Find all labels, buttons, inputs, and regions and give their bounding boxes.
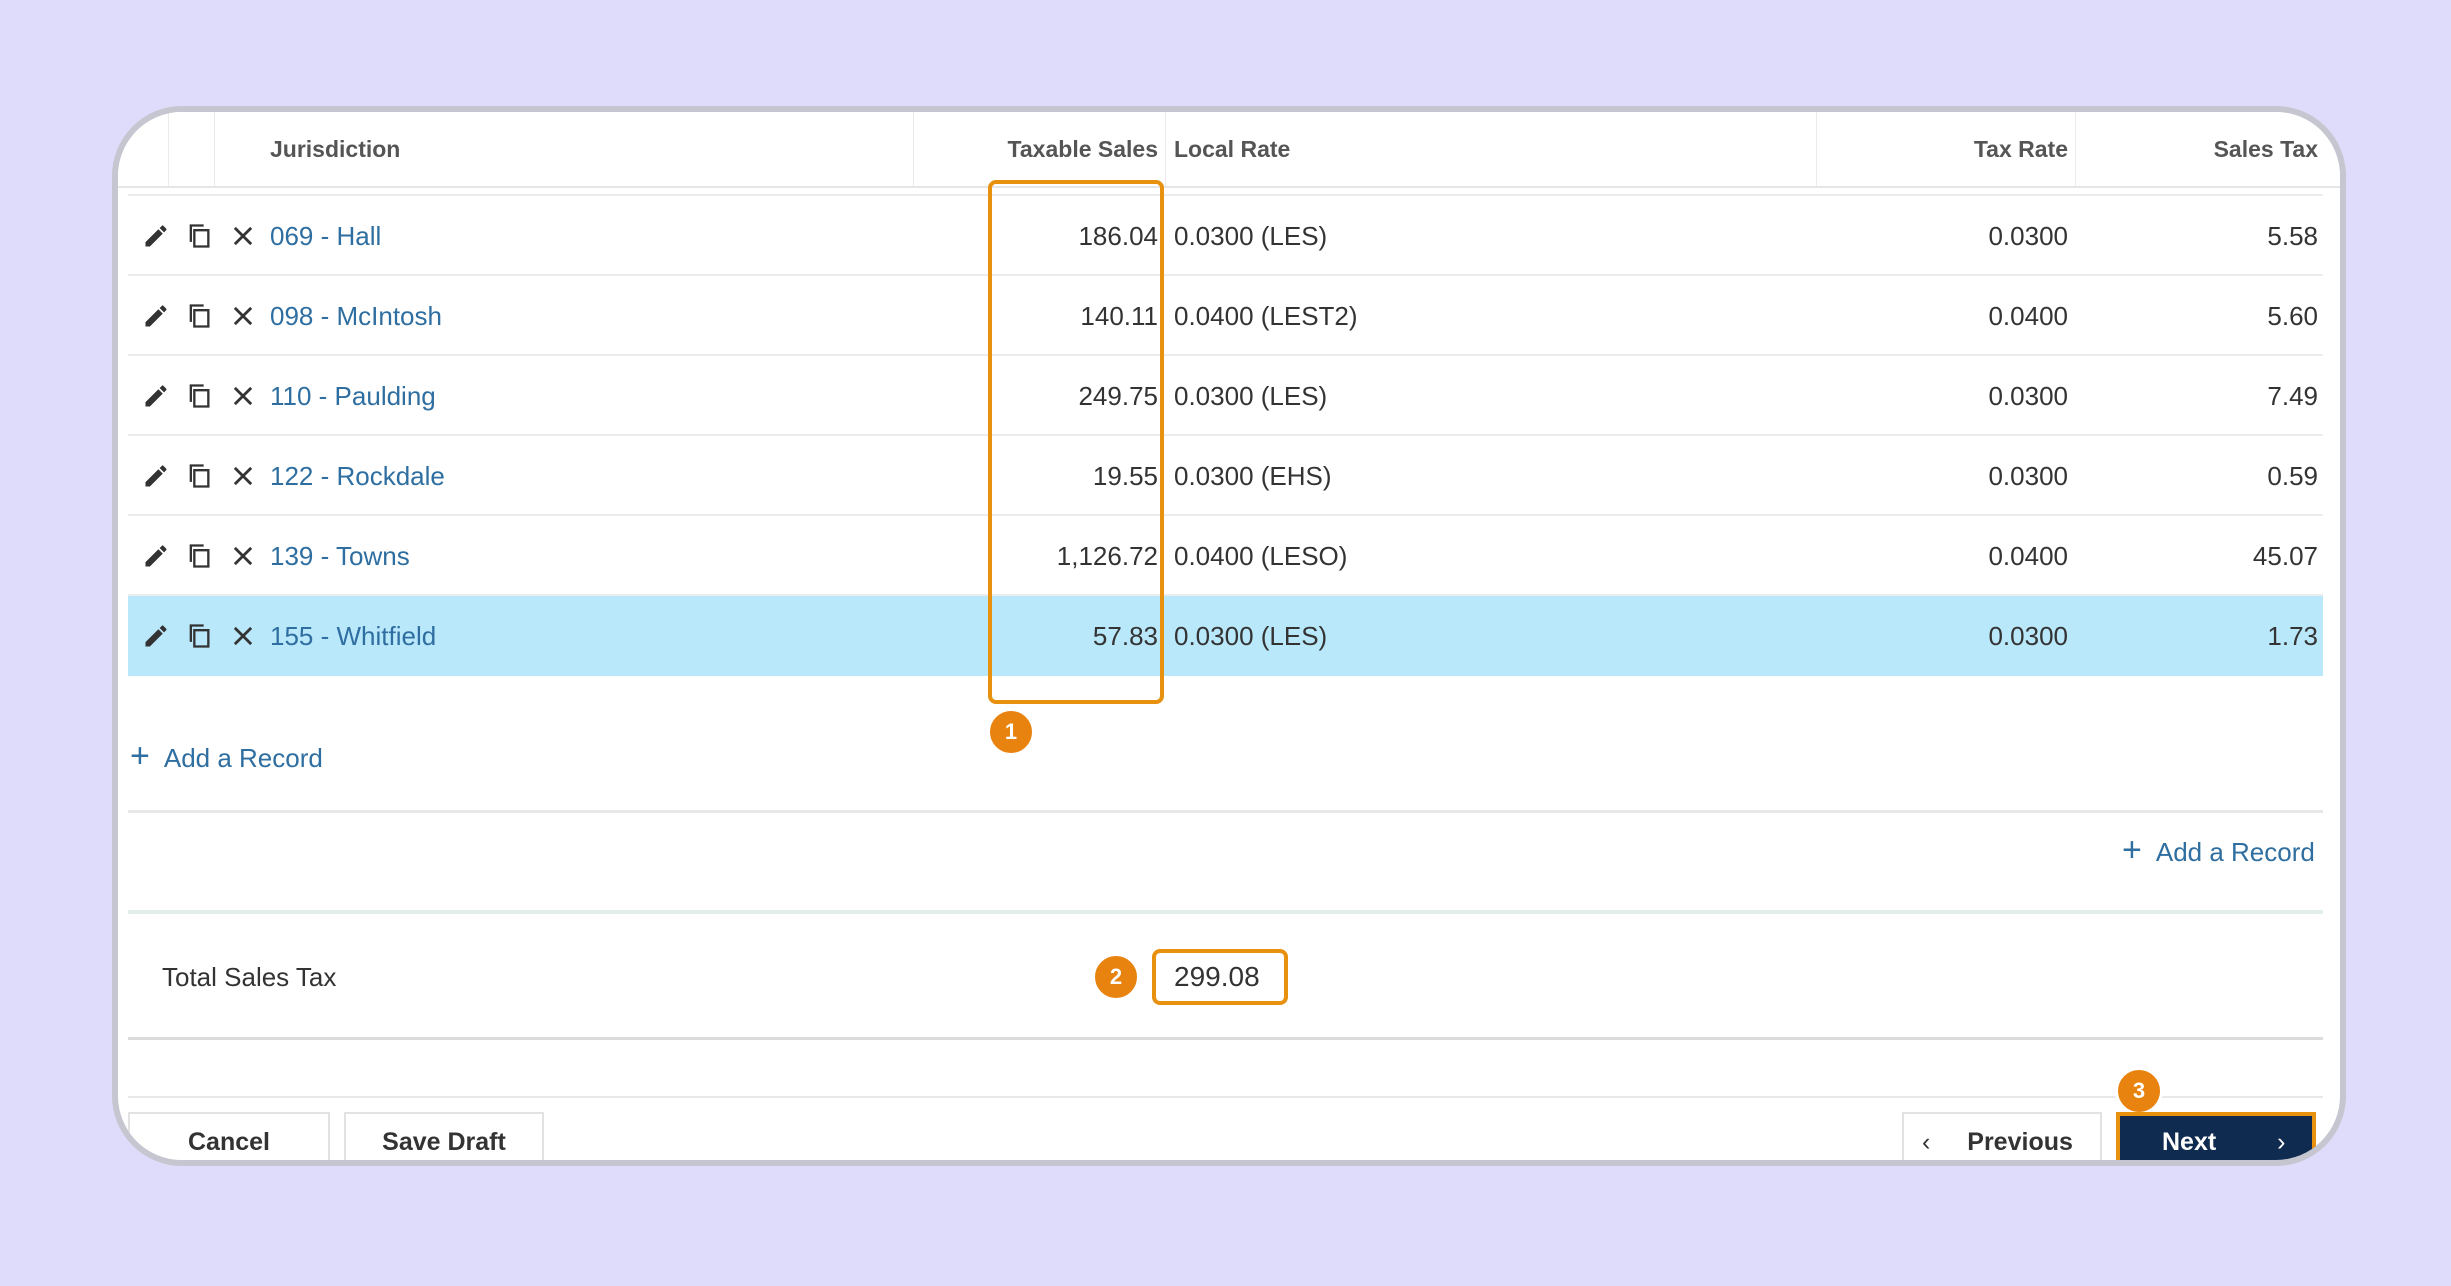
edit-pencil-icon[interactable] (142, 462, 170, 490)
tax-rate-cell: 0.0300 (1988, 461, 2068, 491)
plus-icon: + (2122, 831, 2142, 869)
tax-rate-cell: 0.0300 (1988, 621, 2068, 651)
copy-icon[interactable] (185, 302, 213, 330)
tax-rate-cell: 0.0400 (1988, 301, 2068, 331)
previous-button[interactable]: ‹ Previous (1902, 1112, 2102, 1160)
tax-rate-cell: 0.0300 (1988, 221, 2068, 251)
sales-tax-cell: 7.49 (2267, 381, 2318, 411)
taxable-sales-highlight (988, 180, 1164, 704)
column-separator (214, 112, 215, 186)
sales-tax-cell: 5.60 (2267, 301, 2318, 331)
sales-tax-cell: 0.59 (2267, 461, 2318, 491)
total-panel: Total Sales Tax 2 299.08 (128, 910, 2323, 1040)
column-separator (913, 112, 914, 186)
local-rate-cell: 0.0300 (LES) (1174, 621, 1328, 651)
header-sales-tax[interactable]: Sales Tax (2078, 112, 2318, 186)
chevron-right-icon: › (2277, 1128, 2286, 1156)
next-button[interactable]: Next › (2116, 1112, 2316, 1160)
app-window: Jurisdiction Taxable Sales Local Rate Ta… (112, 106, 2346, 1166)
total-sales-tax-value: 299.08 (1152, 949, 1288, 1005)
next-label: Next (2162, 1128, 2217, 1156)
edit-pencil-icon[interactable] (142, 302, 170, 330)
plus-icon: + (130, 737, 150, 775)
edit-pencil-icon[interactable] (142, 382, 170, 410)
column-separator (1816, 112, 1817, 186)
divider (128, 810, 2323, 813)
header-tax-rate[interactable]: Tax Rate (1818, 112, 2068, 186)
header-jurisdiction[interactable]: Jurisdiction (270, 112, 400, 186)
edit-pencil-icon[interactable] (142, 222, 170, 250)
header-local-rate[interactable]: Local Rate (1174, 112, 1290, 186)
copy-icon[interactable] (185, 222, 213, 250)
table-row[interactable]: 155 - Whitfield 57.83 0.0300 (LES) 0.0300 1.… (128, 596, 2323, 676)
copy-icon[interactable] (185, 462, 213, 490)
edit-pencil-icon[interactable] (142, 542, 170, 570)
jurisdiction-link[interactable]: 098 - McIntosh (270, 276, 442, 356)
annotation-badge-3: 3 (2115, 1067, 2163, 1115)
add-record-link-secondary[interactable]: + Add a Record (2122, 830, 2315, 870)
local-rate-cell: 0.0300 (LES) (1174, 381, 1328, 411)
delete-x-icon[interactable] (229, 222, 257, 250)
delete-x-icon[interactable] (229, 462, 257, 490)
add-record-secondary-label: Add a Record (2155, 837, 2315, 867)
local-rate-cell: 0.0400 (LEST2) (1174, 301, 1358, 331)
column-separator (2075, 112, 2076, 186)
sales-tax-cell: 45.07 (2252, 541, 2318, 571)
jurisdiction-link[interactable]: 139 - Towns (270, 516, 410, 596)
local-rate-cell: 0.0300 (EHS) (1174, 461, 1332, 491)
table-panel: Jurisdiction Taxable Sales Local Rate Ta… (118, 112, 2340, 1160)
total-sales-tax-label: Total Sales Tax (162, 962, 337, 992)
delete-x-icon[interactable] (229, 542, 257, 570)
table-row[interactable]: 069 - Hall 186.04 0.0300 (LES) 0.0300 5.58 (128, 196, 2323, 276)
table-header: Jurisdiction Taxable Sales Local Rate Ta… (118, 112, 2340, 188)
table-row[interactable]: 098 - McIntosh 140.11 0.0400 (LEST2) 0.0400… (128, 276, 2323, 356)
annotation-badge-2: 2 (1092, 953, 1140, 1001)
sales-tax-cell: 5.58 (2267, 221, 2318, 251)
chevron-left-icon: ‹ (1922, 1128, 1931, 1156)
add-record-label: Add a Record (163, 743, 323, 773)
copy-icon[interactable] (185, 622, 213, 650)
jurisdiction-link[interactable]: 110 - Paulding (270, 356, 436, 436)
edit-pencil-icon[interactable] (142, 622, 170, 650)
save-draft-button[interactable]: Save Draft (344, 1112, 544, 1160)
copy-icon[interactable] (185, 542, 213, 570)
annotation-badge-1: 1 (987, 708, 1035, 756)
table-row[interactable]: 122 - Rockdale 19.55 0.0300 (EHS) 0.0300 0.5… (128, 436, 2323, 516)
tax-rate-cell: 0.0300 (1988, 381, 2068, 411)
sales-tax-cell: 1.73 (2267, 621, 2318, 651)
column-separator (1165, 112, 1166, 186)
header-taxable-sales[interactable]: Taxable Sales (918, 112, 1158, 186)
previous-label: Previous (1967, 1128, 2073, 1156)
cancel-button[interactable]: Cancel (128, 1112, 330, 1160)
delete-x-icon[interactable] (229, 302, 257, 330)
tax-rate-cell: 0.0400 (1988, 541, 2068, 571)
table-row[interactable]: 110 - Paulding 249.75 0.0300 (LES) 0.0300 7.… (128, 356, 2323, 436)
divider (128, 1096, 2323, 1098)
local-rate-cell: 0.0300 (LES) (1174, 221, 1328, 251)
jurisdiction-link[interactable]: 122 - Rockdale (270, 436, 445, 516)
delete-x-icon[interactable] (229, 382, 257, 410)
add-record-link[interactable]: + Add a Record (130, 736, 323, 776)
local-rate-cell: 0.0400 (LESO) (1174, 541, 1348, 571)
delete-x-icon[interactable] (229, 622, 257, 650)
copy-icon[interactable] (185, 382, 213, 410)
column-separator (168, 112, 169, 186)
jurisdiction-link[interactable]: 155 - Whitfield (270, 596, 436, 676)
table-row[interactable]: 139 - Towns 1,126.72 0.0400 (LESO) 0.0400 45… (128, 516, 2323, 596)
jurisdiction-link[interactable]: 069 - Hall (270, 196, 381, 276)
